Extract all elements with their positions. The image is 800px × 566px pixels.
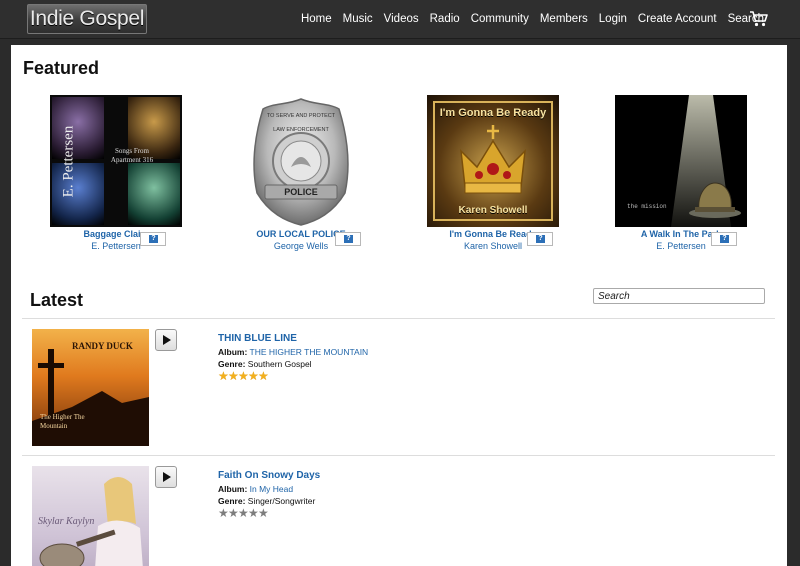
genre-label: Genre: xyxy=(218,359,246,369)
album-cover[interactable]: the mission xyxy=(615,95,747,227)
list-item: RANDY DUCK The Higher The Mountain THIN … xyxy=(22,319,775,456)
play-button[interactable] xyxy=(155,466,177,488)
star-icon[interactable]: ★ xyxy=(228,507,239,519)
star-icon[interactable]: ★ xyxy=(218,370,229,382)
cover-text: Skylar Kaylyn xyxy=(38,516,95,527)
question-icon: ? xyxy=(344,235,353,243)
featured-item: I'm Gonna Be Ready Karen Showell I'm Gon… xyxy=(413,95,573,251)
star-icon[interactable]: ★ xyxy=(218,507,229,519)
album-link[interactable]: THE HIGHER THE MOUNTAIN xyxy=(250,347,369,357)
nav-home[interactable]: Home xyxy=(301,13,332,25)
cover-subtext: LAW ENFORCEMENT xyxy=(273,127,329,133)
info-button[interactable]: ? xyxy=(335,232,361,246)
nav-videos[interactable]: Videos xyxy=(384,13,419,25)
play-button[interactable] xyxy=(155,329,177,351)
nav-community[interactable]: Community xyxy=(471,13,529,25)
star-icon[interactable]: ★ xyxy=(228,370,239,382)
cover-text: POLICE xyxy=(284,187,318,197)
featured-item: TO SERVE AND PROTECT LAW ENFORCEMENT POL… xyxy=(221,95,381,251)
cover-subtext: Songs From Apartment 316 xyxy=(110,147,154,164)
nav-music[interactable]: Music xyxy=(343,13,373,25)
genre-line: Genre: Southern Gospel xyxy=(218,359,312,369)
top-navigation-bar: Indie Gospel Home Music Videos Radio Com… xyxy=(0,0,800,39)
search-input[interactable] xyxy=(593,288,765,304)
album-cover[interactable]: E. Pettersen Songs From Apartment 316 xyxy=(50,95,182,227)
album-cover[interactable]: Skylar Kaylyn xyxy=(32,466,149,566)
content-panel: Featured E. Pettersen Songs From Apartme… xyxy=(11,45,787,566)
genre-value: Southern Gospel xyxy=(247,359,312,369)
featured-item: the mission A Walk In The Park E. Petter… xyxy=(601,95,761,251)
nav-radio[interactable]: Radio xyxy=(430,13,460,25)
star-icon[interactable]: ★ xyxy=(248,370,259,382)
cover-text: RANDY DUCK xyxy=(72,341,133,351)
cover-subtext: Karen Showell xyxy=(458,205,528,216)
star-icon[interactable]: ★ xyxy=(238,370,249,382)
cover-text: E. Pettersen xyxy=(60,125,77,198)
featured-heading: Featured xyxy=(23,58,100,78)
cover-top-text: TO SERVE AND PROTECT xyxy=(266,113,336,119)
featured-title-link[interactable]: A Walk In The Park xyxy=(601,229,761,239)
song-title-link[interactable]: Faith On Snowy Days xyxy=(218,470,320,481)
genre-line: Genre: Singer/Songwriter xyxy=(218,496,315,506)
album-line: Album: THE HIGHER THE MOUNTAIN xyxy=(218,347,368,357)
featured-title-link[interactable]: Baggage Claim xyxy=(36,229,196,239)
nav-members[interactable]: Members xyxy=(540,13,588,25)
main-nav: Home Music Videos Radio Community Member… xyxy=(290,0,764,38)
question-icon: ? xyxy=(720,235,729,243)
featured-artist-link[interactable]: E. Pettersen xyxy=(601,241,761,251)
star-icon[interactable]: ★ xyxy=(248,507,259,519)
genre-value: Singer/Songwriter xyxy=(247,496,316,506)
list-item: Skylar Kaylyn Faith On Snowy Days Album:… xyxy=(22,456,775,566)
site-logo[interactable]: Indie Gospel xyxy=(27,4,147,34)
album-link[interactable]: In My Head xyxy=(250,484,293,494)
album-label: Album: xyxy=(218,484,248,494)
cover-text: the mission xyxy=(627,203,667,210)
album-line: Album: In My Head xyxy=(218,484,293,494)
info-button[interactable]: ? xyxy=(140,232,166,246)
cart-icon[interactable] xyxy=(750,11,768,27)
rating-stars[interactable]: ★ ★ ★ ★ ★ xyxy=(218,507,269,519)
question-icon: ? xyxy=(149,235,158,243)
album-cover[interactable]: I'm Gonna Be Ready Karen Showell xyxy=(427,95,559,227)
question-icon: ? xyxy=(536,235,545,243)
info-button[interactable]: ? xyxy=(711,232,737,246)
album-cover[interactable]: RANDY DUCK The Higher The Mountain xyxy=(32,329,149,446)
nav-login[interactable]: Login xyxy=(599,13,627,25)
nav-create-account[interactable]: Create Account xyxy=(638,13,717,25)
album-cover[interactable]: TO SERVE AND PROTECT LAW ENFORCEMENT POL… xyxy=(235,95,367,227)
star-icon[interactable]: ★ xyxy=(258,507,269,519)
info-button[interactable]: ? xyxy=(527,232,553,246)
song-title-link[interactable]: THIN BLUE LINE xyxy=(218,333,297,344)
star-icon[interactable]: ★ xyxy=(258,370,269,382)
featured-artist-link[interactable]: E. Pettersen xyxy=(36,241,196,251)
album-label: Album: xyxy=(218,347,248,357)
rating-stars[interactable]: ★ ★ ★ ★ ★ xyxy=(218,370,269,382)
star-icon[interactable]: ★ xyxy=(238,507,249,519)
latest-heading: Latest xyxy=(30,290,84,310)
cover-subtext: The Higher The Mountain xyxy=(40,413,85,430)
genre-label: Genre: xyxy=(218,496,246,506)
featured-item: E. Pettersen Songs From Apartment 316 Ba… xyxy=(36,95,196,251)
